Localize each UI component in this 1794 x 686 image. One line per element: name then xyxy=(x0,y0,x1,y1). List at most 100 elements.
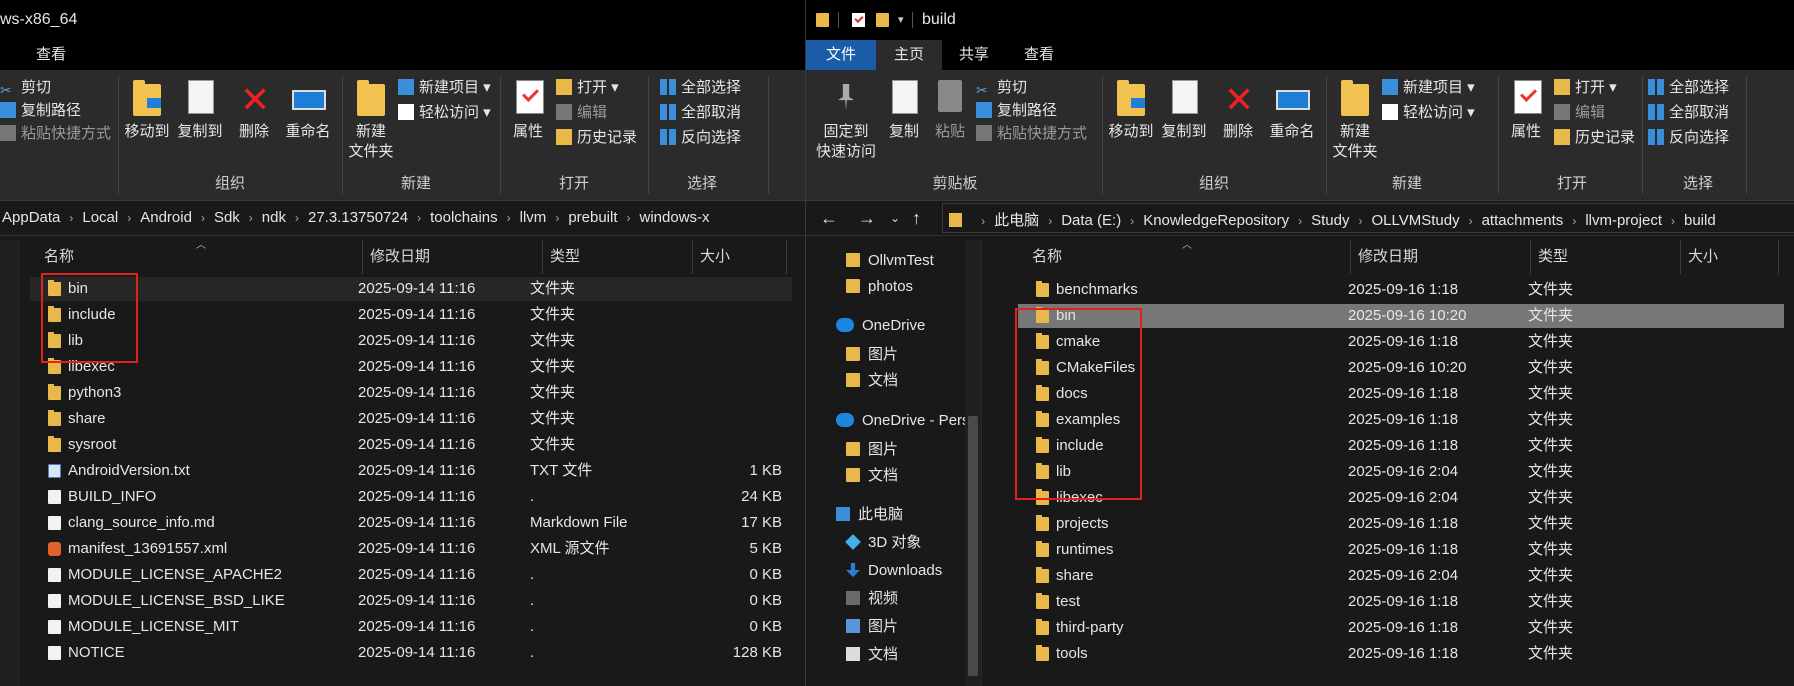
right-edit-button[interactable]: 编辑 xyxy=(1554,101,1605,125)
breadcrumb-item[interactable]: Android xyxy=(140,201,192,235)
nav-item[interactable]: 视频 xyxy=(806,586,981,612)
breadcrumb-item[interactable]: 此电脑 xyxy=(994,204,1039,232)
table-row[interactable]: include 2025-09-14 11:16 文件夹 xyxy=(30,303,792,327)
left-new-item-button[interactable]: 新建项目 ▾ xyxy=(398,76,491,100)
nav-item[interactable]: 文档 xyxy=(806,642,981,668)
left-copy-path-button[interactable]: 复制路径 xyxy=(0,99,81,123)
left-col-name[interactable]: 名称 xyxy=(44,240,74,274)
right-delete-button[interactable]: ✕ 删除 xyxy=(1218,78,1258,142)
left-copy-to-button[interactable]: 复制到 xyxy=(172,78,228,142)
left-new-folder-button[interactable]: 新建 文件夹 xyxy=(346,78,396,162)
breadcrumb-item[interactable]: OLLVMStudy xyxy=(1371,204,1459,232)
left-rename-button[interactable]: 重命名 xyxy=(280,78,336,142)
table-row[interactable]: manifest_13691557.xml 2025-09-14 11:16 XML… xyxy=(30,537,792,561)
table-row[interactable]: MODULE_LICENSE_APACHE2 2025-09-14 11:16. 0… xyxy=(30,563,792,587)
table-row[interactable]: BUILD_INFO 2025-09-14 11:16. 24 KB xyxy=(30,485,792,509)
right-tab-file[interactable]: 文件 xyxy=(806,40,876,70)
right-col-name[interactable]: 名称 xyxy=(1032,240,1062,274)
up-arrow-icon[interactable]: ↑ xyxy=(912,201,921,235)
nav-item[interactable]: Downloads xyxy=(806,558,981,584)
nav-item[interactable]: 文档 xyxy=(806,463,981,489)
right-nav-scrollbar[interactable] xyxy=(965,240,981,686)
nav-item[interactable]: OneDrive xyxy=(806,313,981,339)
right-pin-button[interactable]: 固定到 快速访问 xyxy=(812,78,880,162)
nav-item[interactable]: 3D 对象 xyxy=(806,530,981,556)
right-col-type[interactable]: 类型 xyxy=(1538,240,1568,274)
right-select-none-button[interactable]: 全部取消 xyxy=(1648,101,1729,125)
right-copy-button[interactable]: 复制 xyxy=(882,78,926,142)
breadcrumb-item[interactable]: AppData xyxy=(2,201,60,235)
left-col-size[interactable]: 大小 xyxy=(700,240,730,274)
left-easy-access-button[interactable]: 轻松访问 ▾ xyxy=(398,101,491,125)
scrollbar-thumb[interactable] xyxy=(968,416,978,676)
nav-item[interactable]: OneDrive - Perso xyxy=(806,408,981,434)
left-paste-shortcut-button[interactable]: 粘贴快捷方式 xyxy=(0,122,111,146)
table-row[interactable]: sysroot 2025-09-14 11:16 文件夹 xyxy=(30,433,792,457)
breadcrumb-item[interactable]: 27.3.13750724 xyxy=(308,201,408,235)
right-properties-button[interactable]: 属性 xyxy=(1502,78,1550,142)
nav-item[interactable]: 此电脑 xyxy=(806,502,981,528)
table-row[interactable]: share 2025-09-16 2:04 文件夹 xyxy=(1018,564,1784,588)
left-properties-button[interactable]: 属性 xyxy=(504,78,552,142)
right-tab-share[interactable]: 共享 xyxy=(942,40,1006,70)
table-row[interactable]: clang_source_info.md 2025-09-14 11:16 Mark… xyxy=(30,511,792,535)
left-cut-button[interactable]: ✂ 剪切 xyxy=(0,76,51,100)
right-history-button[interactable]: 历史记录 xyxy=(1554,126,1635,150)
properties-icon[interactable] xyxy=(852,13,865,27)
table-row[interactable]: libexec 2025-09-14 11:16 文件夹 xyxy=(30,355,792,379)
left-col-modified[interactable]: 修改日期 xyxy=(370,240,430,274)
table-row[interactable]: MODULE_LICENSE_BSD_LIKE 2025-09-14 11:16.… xyxy=(30,589,792,613)
breadcrumb-item[interactable]: Local xyxy=(82,201,118,235)
right-move-to-button[interactable]: 移动到 xyxy=(1106,78,1156,142)
table-row[interactable]: NOTICE 2025-09-14 11:16. 128 KB xyxy=(30,641,792,665)
breadcrumb-item[interactable]: Study xyxy=(1311,204,1349,232)
left-address-bar[interactable]: AppData › Local › Android › Sdk › ndk › 27.3.13750… xyxy=(0,201,805,236)
table-row[interactable]: third-party 2025-09-16 1:18 文件夹 xyxy=(1018,616,1784,640)
right-new-item-button[interactable]: 新建项目 ▾ xyxy=(1382,76,1475,100)
left-col-type[interactable]: 类型 xyxy=(550,240,580,274)
left-nav-scrollbar[interactable] xyxy=(0,240,20,686)
left-move-to-button[interactable]: 移动到 xyxy=(122,78,172,142)
nav-item[interactable]: 图片 xyxy=(806,342,981,368)
table-row[interactable]: MODULE_LICENSE_MIT 2025-09-14 11:16. 0 KB xyxy=(30,615,792,639)
breadcrumb-item[interactable]: ndk xyxy=(262,201,286,235)
right-address-field[interactable]: › 此电脑 › Data (E:) › KnowledgeRepository › Study… xyxy=(942,203,1794,233)
breadcrumb-item[interactable]: llvm-project xyxy=(1585,204,1662,232)
breadcrumb-item[interactable]: windows-x xyxy=(640,201,710,235)
right-col-size[interactable]: 大小 xyxy=(1688,240,1718,274)
right-tab-view[interactable]: 查看 xyxy=(1006,40,1072,70)
right-new-folder-button[interactable]: 新建 文件夹 xyxy=(1330,78,1380,162)
breadcrumb-item[interactable]: build xyxy=(1684,204,1716,232)
nav-item[interactable]: 文档 xyxy=(806,368,981,394)
recent-chevron-down-icon[interactable]: ⌄ xyxy=(890,201,900,235)
left-edit-button[interactable]: 编辑 xyxy=(556,101,607,125)
right-select-all-button[interactable]: 全部选择 xyxy=(1648,76,1729,100)
right-paste-button[interactable]: 粘贴 xyxy=(928,78,972,142)
right-cut-button[interactable]: ✂ 剪切 xyxy=(976,76,1027,100)
left-history-button[interactable]: 历史记录 xyxy=(556,126,637,150)
breadcrumb-item[interactable]: toolchains xyxy=(430,201,498,235)
breadcrumb-item[interactable]: attachments xyxy=(1482,204,1564,232)
breadcrumb-item[interactable]: Data (E:) xyxy=(1061,204,1121,232)
left-tab-view[interactable]: 查看 xyxy=(18,40,84,70)
breadcrumb-item[interactable]: Sdk xyxy=(214,201,240,235)
nav-item[interactable]: OllvmTest xyxy=(806,248,981,274)
right-open-button[interactable]: 打开 ▾ xyxy=(1554,76,1617,100)
right-paste-shortcut-button[interactable]: 粘贴快捷方式 xyxy=(976,122,1087,146)
breadcrumb-item[interactable]: prebuilt xyxy=(568,201,617,235)
table-row[interactable]: test 2025-09-16 1:18 文件夹 xyxy=(1018,590,1784,614)
table-row[interactable]: runtimes 2025-09-16 1:18 文件夹 xyxy=(1018,538,1784,562)
nav-item[interactable]: 图片 xyxy=(806,614,981,640)
left-select-none-button[interactable]: 全部取消 xyxy=(660,101,741,125)
right-copy-path-button[interactable]: 复制路径 xyxy=(976,99,1057,123)
left-invert-selection-button[interactable]: 反向选择 xyxy=(660,126,741,150)
table-row[interactable]: share 2025-09-14 11:16 文件夹 xyxy=(30,407,792,431)
breadcrumb-item[interactable]: llvm xyxy=(520,201,547,235)
back-arrow-icon[interactable]: ← xyxy=(820,201,838,235)
nav-item[interactable]: photos xyxy=(806,274,981,300)
right-col-modified[interactable]: 修改日期 xyxy=(1358,240,1418,274)
table-row[interactable]: benchmarks 2025-09-16 1:18 文件夹 xyxy=(1018,278,1784,302)
table-row[interactable]: python3 2025-09-14 11:16 文件夹 xyxy=(30,381,792,405)
right-easy-access-button[interactable]: 轻松访问 ▾ xyxy=(1382,101,1475,125)
table-row[interactable]: tools 2025-09-16 1:18 文件夹 xyxy=(1018,642,1784,666)
